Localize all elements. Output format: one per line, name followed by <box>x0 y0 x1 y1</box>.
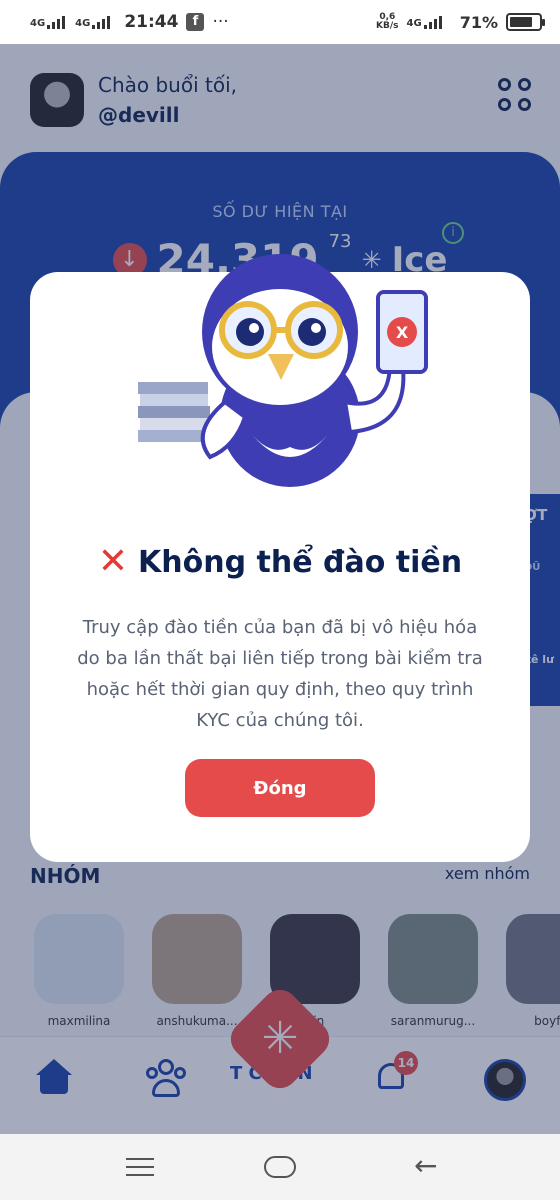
close-button[interactable]: Đóng <box>185 759 375 817</box>
home-button-icon[interactable] <box>264 1156 296 1178</box>
network-label-2: 4G <box>75 17 91 29</box>
svg-text:X: X <box>396 323 409 342</box>
clock: 21:44 <box>124 12 179 32</box>
dialog-title: ✕ Không thể đào tiền <box>30 544 530 580</box>
red-x-icon: ✕ <box>97 541 129 582</box>
signal-icon-3: 4G <box>407 15 442 29</box>
signal-icon: 4G <box>30 15 66 29</box>
penguin-mascot-illustration: X <box>138 254 428 487</box>
dialog-title-text: Không thể đào tiền <box>138 544 463 580</box>
battery-icon <box>506 13 545 31</box>
network-label-1: 4G <box>30 17 46 29</box>
battery-percent: 71% <box>459 12 498 32</box>
status-bar: 4G 4G 21:44 f ··· 0,6 KB/s 4G 71% <box>0 0 560 44</box>
dialog-message: Truy cập đào tiền của bạn đã bị vô hiệu … <box>77 617 483 731</box>
more-notifications-icon: ··· <box>212 12 229 32</box>
network-speed: 0,6 KB/s <box>376 12 399 31</box>
recent-apps-icon[interactable] <box>126 1158 154 1176</box>
facebook-icon: f <box>186 13 205 31</box>
system-navigation-bar: ← <box>0 1134 560 1200</box>
signal-icon-2: 4G <box>75 15 111 29</box>
error-dialog: X ✕ Không thể đào tiền Truy cập đào tiền… <box>30 254 530 862</box>
back-arrow-icon[interactable]: ← <box>414 1152 437 1180</box>
